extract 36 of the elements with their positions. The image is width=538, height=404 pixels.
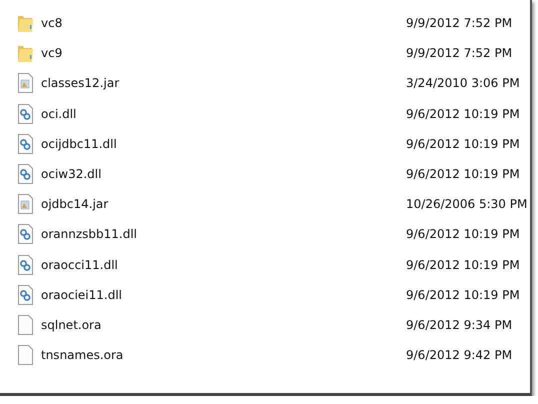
file-name[interactable]: ocijdbc11.dll [41, 136, 406, 151]
file-name[interactable]: classes12.jar [41, 76, 406, 90]
date-modified: 9/6/2012 10:19 PM [406, 106, 520, 121]
jar-file-icon [17, 194, 34, 214]
date-modified: 9/6/2012 10:19 PM [406, 136, 520, 151]
file-name[interactable]: ojdbc14.jar [41, 197, 406, 212]
date-modified: 9/6/2012 9:42 PM [406, 348, 512, 362]
blank-file-icon [17, 345, 34, 366]
file-name[interactable]: oraocci11.dll [41, 258, 406, 272]
jar-file-icon [17, 73, 34, 94]
file-name[interactable]: vc9 [41, 46, 406, 60]
blank-file-icon [17, 314, 34, 335]
date-modified: 9/6/2012 10:19 PM [406, 258, 520, 272]
date-modified: 9/6/2012 10:19 PM [406, 167, 520, 182]
date-modified: 9/6/2012 10:19 PM [406, 288, 520, 302]
file-name[interactable]: vc8 [41, 16, 406, 30]
folder-icon [17, 13, 34, 34]
gear-file-icon [17, 134, 34, 154]
file-name[interactable]: ociw32.dll [41, 167, 406, 182]
date-modified: 9/9/2012 7:52 PM [406, 16, 512, 30]
file-name[interactable]: oci.dll [41, 106, 406, 121]
gear-file-icon [17, 254, 34, 275]
file-name[interactable]: orannzsbb11.dll [41, 227, 406, 242]
date-modified: 9/9/2012 7:52 PM [406, 46, 512, 60]
folder-icon [17, 43, 34, 64]
file-name[interactable]: oraociei11.dll [41, 288, 406, 302]
file-name[interactable]: tnsnames.ora [41, 348, 406, 362]
gear-file-icon [17, 164, 34, 184]
date-modified: 9/6/2012 10:19 PM [406, 227, 520, 242]
date-modified: 9/6/2012 9:34 PM [406, 318, 512, 332]
date-modified: 3/24/2010 3:06 PM [406, 76, 520, 90]
gear-file-icon [17, 104, 34, 124]
date-modified: 10/26/2006 5:30 PM [406, 197, 528, 212]
file-name[interactable]: sqlnet.ora [41, 318, 406, 332]
gear-file-icon [17, 284, 34, 305]
gear-file-icon [17, 224, 34, 244]
